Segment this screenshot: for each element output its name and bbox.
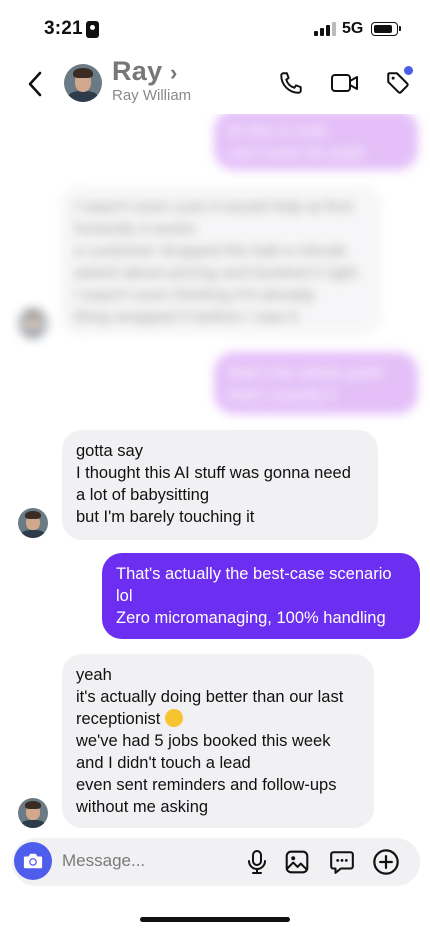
camera-icon (23, 853, 43, 869)
image-icon (285, 850, 309, 874)
message-line: gotta say (76, 442, 143, 460)
message-line: but I'm barely touching it (76, 508, 255, 526)
message-line: that's the whole point (228, 364, 383, 382)
status-bar: 3:21 5G (0, 0, 430, 56)
message-line: honestly it works (74, 220, 196, 238)
voice-call-button[interactable] (276, 68, 306, 98)
message-line: I wasn't even sure it would help at firs… (74, 198, 353, 216)
voice-message-button[interactable] (242, 847, 272, 877)
message-line: can't even lie yeah (228, 144, 365, 162)
message-line: thing wrapped it before I saw it (74, 308, 298, 326)
message-line: receptionist (76, 710, 161, 728)
message-line: lol (116, 587, 133, 605)
message-line: asked about pricing and booked it right (74, 264, 358, 282)
message-line: that's exactly it (228, 386, 336, 404)
sender-avatar[interactable] (18, 308, 48, 338)
video-camera-icon (331, 74, 358, 92)
message-line: Zero micromanaging, 100% handling (116, 609, 386, 627)
message-line: without me asking (76, 798, 209, 816)
back-button[interactable] (20, 68, 50, 100)
sender-avatar[interactable] (18, 798, 48, 828)
cellular-signal-icon (314, 22, 336, 36)
sticker-button[interactable] (327, 847, 357, 877)
camera-button[interactable] (14, 842, 52, 880)
message-bubble-incoming[interactable]: yeah it's actually doing better than our… (62, 654, 374, 828)
message-composer (12, 838, 420, 886)
message-line: That's actually the best-case scenario (116, 565, 392, 583)
message-line: it's actually doing better than our last (76, 688, 344, 706)
message-bubble-outgoing[interactable]: lol this is nuts can't even lie yeah (214, 114, 418, 170)
message-thread[interactable]: lol this is nuts can't even lie yeah I w… (0, 114, 430, 836)
gallery-button[interactable] (282, 847, 312, 877)
sender-avatar[interactable] (18, 508, 48, 538)
more-options-button[interactable] (371, 847, 401, 877)
plus-circle-icon (373, 849, 399, 875)
chevron-left-icon (28, 71, 42, 97)
message-line: and I didn't touch a lead (76, 754, 251, 772)
message-input[interactable] (62, 850, 232, 872)
tag-button[interactable] (383, 66, 413, 98)
message-line: I thought this AI stuff was gonna need (76, 464, 351, 482)
video-call-button[interactable] (330, 68, 360, 98)
message-line: a customer dropped the ball a minute (74, 242, 347, 260)
message-line: even sent reminders and follow-ups (76, 776, 337, 794)
message-line: I wasn't even thinking it'd already (74, 286, 316, 304)
message-line: we've had 5 jobs booked this week (76, 732, 331, 750)
chat-bubble-icon (330, 851, 354, 874)
battery-icon (371, 22, 401, 36)
message-line: lol this is nuts (228, 122, 328, 140)
chevron-right-icon[interactable]: › (170, 60, 177, 86)
message-bubble-outgoing[interactable]: That's actually the best-case scenario l… (102, 553, 420, 639)
message-bubble-incoming[interactable]: gotta say I thought this AI stuff was go… (62, 430, 378, 540)
notification-dot (404, 66, 413, 75)
microphone-icon (248, 850, 266, 874)
home-indicator (140, 917, 290, 922)
chat-header: Ray › Ray William (0, 56, 430, 114)
contact-name[interactable]: Ray (112, 56, 162, 87)
grinning-sweat-emoji-icon (164, 709, 183, 727)
phone-icon (280, 72, 302, 94)
network-type: 5G (342, 20, 364, 37)
contact-username: Ray William (112, 87, 192, 104)
focus-mode-icon (86, 21, 99, 38)
contact-avatar[interactable] (64, 64, 102, 102)
message-line: a lot of babysitting (76, 486, 209, 504)
message-bubble-incoming[interactable]: I wasn't even sure it would help at firs… (60, 186, 382, 336)
message-bubble-outgoing[interactable]: that's the whole point that's exactly it (214, 352, 418, 414)
message-line: yeah (76, 666, 112, 684)
status-time: 3:21 (44, 18, 83, 39)
